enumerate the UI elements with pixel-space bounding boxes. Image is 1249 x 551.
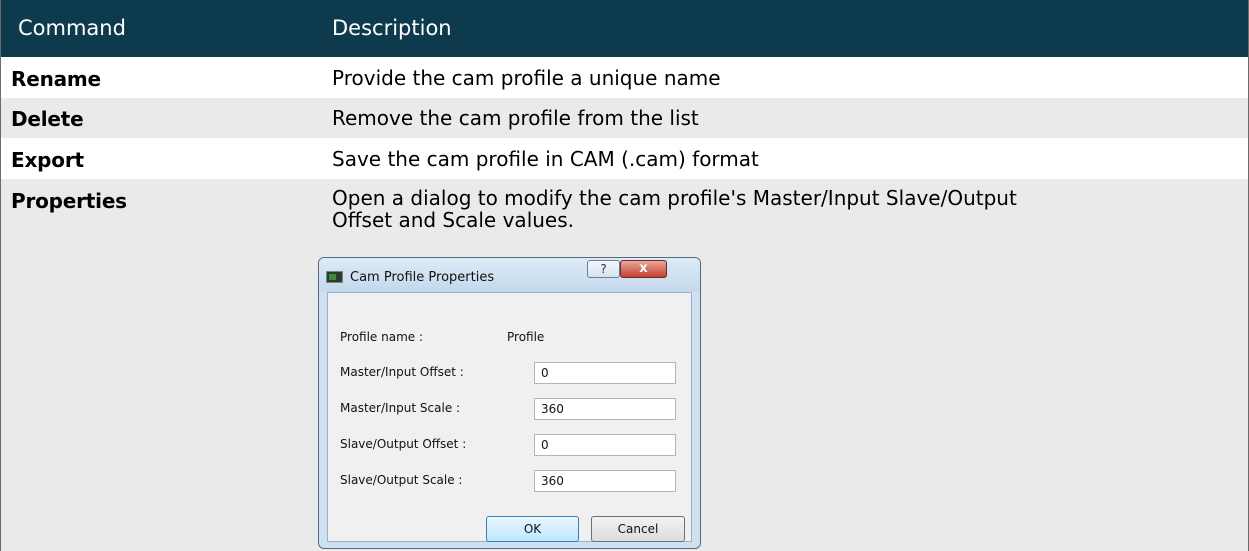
header-description: Description xyxy=(332,16,452,40)
close-button[interactable]: x xyxy=(620,260,667,278)
table-row: Export Save the cam profile in CAM (.cam… xyxy=(1,138,1248,179)
description-cell: Remove the cam profile from the list xyxy=(332,106,699,130)
slave-output-offset-field[interactable]: 0 xyxy=(534,434,676,456)
master-input-scale-label: Master/Input Scale : xyxy=(340,401,461,415)
description-cell: Open a dialog to modify the cam profile'… xyxy=(332,186,1017,232)
help-button[interactable]: ? xyxy=(587,260,620,278)
command-cell: Export xyxy=(11,148,84,172)
table-row: Delete Remove the cam profile from the l… xyxy=(1,98,1248,138)
master-input-offset-field[interactable]: 0 xyxy=(534,362,676,384)
profile-name-value: Profile xyxy=(507,330,545,344)
slave-output-scale-label: Slave/Output Scale : xyxy=(340,473,463,487)
profile-name-label: Profile name : xyxy=(340,330,424,344)
dialog-titlebar[interactable]: Cam Profile Properties ? x xyxy=(319,258,700,292)
app-icon xyxy=(326,271,343,283)
cancel-button[interactable]: Cancel xyxy=(591,516,685,542)
commands-table: Command Description Rename Provide the c… xyxy=(0,0,1249,551)
dialog-body: Profile name : Profile Master/Input Offs… xyxy=(327,292,692,542)
header-command: Command xyxy=(18,16,126,40)
table-row: Rename Provide the cam profile a unique … xyxy=(1,57,1248,98)
command-cell: Rename xyxy=(11,67,101,91)
master-input-scale-field[interactable]: 360 xyxy=(534,398,676,420)
ok-button[interactable]: OK xyxy=(486,516,579,542)
command-cell: Delete xyxy=(11,107,84,131)
table-header: Command Description xyxy=(1,0,1248,57)
description-cell: Save the cam profile in CAM (.cam) forma… xyxy=(332,147,759,171)
slave-output-scale-field[interactable]: 360 xyxy=(534,470,676,492)
cam-profile-properties-dialog: Cam Profile Properties ? x Profile name … xyxy=(318,257,701,549)
slave-output-offset-label: Slave/Output Offset : xyxy=(340,437,467,451)
dialog-title: Cam Profile Properties xyxy=(350,270,495,285)
command-cell: Properties xyxy=(11,189,127,213)
description-cell: Provide the cam profile a unique name xyxy=(332,66,721,90)
master-input-offset-label: Master/Input Offset : xyxy=(340,365,464,379)
